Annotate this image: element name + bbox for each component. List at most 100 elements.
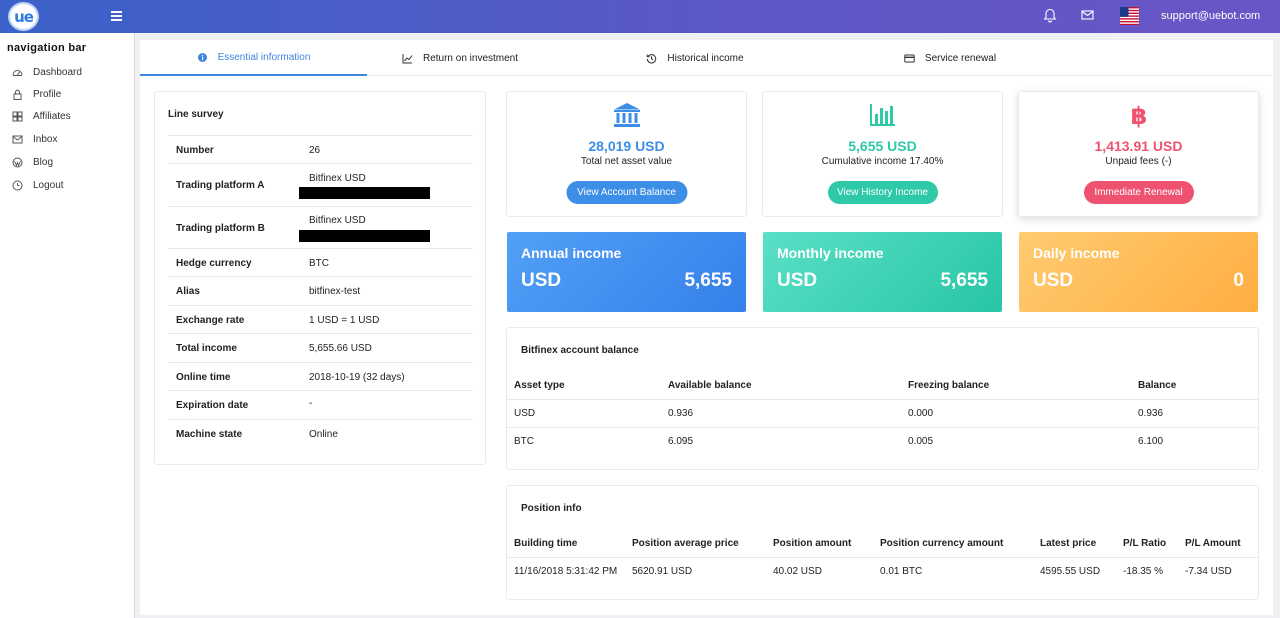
logo-text: ue	[14, 7, 34, 26]
sidebar-item-dashboard[interactable]: Dashboard	[12, 64, 82, 80]
view-history-income-button[interactable]: View History Income	[827, 181, 938, 204]
sidebar-item-blog[interactable]: Blog	[12, 154, 53, 170]
column-header: P/L Amount	[1185, 538, 1241, 549]
table-cell: BTC	[514, 436, 534, 447]
column-header: Position currency amount	[880, 538, 1004, 549]
divider	[507, 427, 1258, 428]
daily-income-value: 0	[1233, 270, 1244, 291]
net-asset-amount: 28,019 USD	[588, 138, 665, 154]
row-label: Expiration date	[176, 400, 249, 411]
wordpress-icon	[12, 157, 23, 167]
table-row: Alias bitfinex-test	[168, 276, 473, 305]
row-value: -	[309, 398, 313, 409]
row-label: Machine state	[176, 429, 243, 440]
info-icon	[197, 52, 207, 62]
column-header: Position amount	[773, 538, 852, 549]
table-cell: 11/16/2018 5:31:42 PM	[514, 566, 618, 577]
column-header: Latest price	[1040, 538, 1097, 549]
mail-icon[interactable]	[1081, 9, 1094, 21]
credit-card-icon	[904, 54, 915, 62]
sidebar-item-affiliates[interactable]: Affiliates	[12, 108, 71, 124]
tab-label: Return on investment	[422, 52, 519, 64]
row-label: Trading platform B	[176, 223, 265, 234]
sidebar-item-label: Blog	[33, 156, 54, 168]
tab-essential-information[interactable]: Essential information	[140, 40, 367, 76]
account-balance-title: Bitfinex account balance	[521, 345, 639, 356]
immediate-renewal-button[interactable]: Immediate Renewal	[1083, 181, 1194, 204]
bank-icon	[613, 103, 640, 127]
tab-historical-income[interactable]: Historical income	[615, 40, 775, 76]
tab-label: Essential information	[217, 51, 311, 63]
bell-icon[interactable]	[1043, 8, 1057, 23]
annual-income-value: 5,655	[684, 270, 732, 291]
row-label: Trading platform A	[176, 180, 265, 191]
row-value: 26	[309, 145, 321, 156]
table-cell: -7.34 USD	[1185, 566, 1232, 577]
tab-return-on-investment[interactable]: Return on investment	[380, 40, 540, 76]
app-logo[interactable]: ue	[8, 2, 39, 31]
table-row: Number 26	[168, 135, 473, 163]
tab-label: Historical income	[667, 52, 744, 64]
table-row: Trading platform B Bitfinex USD	[168, 206, 473, 248]
net-asset-label: Total net asset value	[580, 156, 673, 167]
cumulative-income-amount: 5,655 USD	[848, 138, 917, 154]
table-cell: 4595.55 USD	[1040, 566, 1101, 577]
dashboard-icon	[12, 69, 23, 76]
table-cell: 6.095	[668, 436, 694, 447]
daily-income-card: Daily income USD 0	[1019, 232, 1258, 312]
sidebar-item-inbox[interactable]: Inbox	[12, 131, 57, 147]
daily-income-currency: USD	[1033, 270, 1074, 291]
row-value: 2018-10-19 (32 days)	[309, 372, 405, 383]
table-row: Hedge currency BTC	[168, 248, 473, 276]
sidebar-item-logout[interactable]: Logout	[12, 177, 64, 193]
monthly-income-value: 5,655	[940, 270, 988, 291]
table-row: Machine state Online	[168, 419, 473, 447]
nav-title: navigation bar	[7, 42, 87, 54]
column-header: Available balance	[668, 380, 752, 391]
row-label: Online time	[176, 372, 231, 383]
net-asset-card: 28,019 USD Total net asset value View Ac…	[506, 91, 747, 217]
cumulative-income-card: 5,655 USD Cumulative income 17.40% View …	[762, 91, 1003, 217]
column-header: P/L Ratio	[1123, 538, 1167, 549]
table-row: Exchange rate 1 USD = 1 USD	[168, 305, 473, 333]
tab-service-renewal[interactable]: Service renewal	[850, 40, 1050, 76]
menu-toggle-icon[interactable]	[111, 11, 122, 21]
table-cell: 0.936	[668, 408, 694, 419]
column-header: Position average price	[632, 538, 739, 549]
bar-chart-icon	[869, 104, 895, 126]
position-info-card: Position info Building time Position ave…	[506, 485, 1259, 600]
unpaid-fees-amount: 1,413.91 USD	[1094, 138, 1183, 154]
table-cell: 0.01 BTC	[880, 566, 923, 577]
line-survey-card: Line survey Number 26 Trading platform A…	[154, 91, 486, 465]
table-cell: 0.005	[908, 436, 934, 447]
divider	[507, 399, 1258, 400]
chart-line-icon	[402, 53, 413, 63]
table-row: Online time 2018-10-19 (32 days)	[168, 362, 473, 390]
row-value: 5,655.66 USD	[309, 343, 372, 354]
us-flag-icon[interactable]	[1120, 7, 1139, 25]
row-value: 1 USD = 1 USD	[309, 315, 380, 326]
sidebar-item-label: Logout	[33, 179, 64, 191]
table-cell: USD	[514, 408, 536, 419]
sidebar-item-label: Dashboard	[33, 66, 82, 78]
divider	[507, 557, 1258, 558]
sidebar-item-profile[interactable]: Profile	[12, 86, 61, 102]
affiliates-icon	[12, 111, 23, 121]
row-label: Total income	[176, 343, 237, 354]
main-panel: Essential information Return on investme…	[140, 40, 1273, 615]
row-value: Online	[309, 429, 338, 440]
row-label: Number	[176, 145, 214, 156]
view-account-balance-button[interactable]: View Account Balance	[566, 181, 687, 204]
sidebar-item-label: Profile	[33, 88, 62, 100]
account-balance-card: Bitfinex account balance Asset type Avai…	[506, 327, 1259, 470]
row-label: Exchange rate	[176, 315, 245, 326]
column-header: Balance	[1138, 380, 1177, 391]
daily-income-title: Daily income	[1033, 245, 1120, 261]
sidebar-item-label: Affiliates	[33, 110, 71, 122]
row-label: Hedge currency	[176, 258, 252, 269]
table-row: Trading platform A Bitfinex USD	[168, 163, 473, 206]
unpaid-fees-label: Unpaid fees (-)	[1105, 156, 1172, 167]
table-cell: 5620.91 USD	[632, 566, 693, 577]
support-email[interactable]: support@uebot.com	[1161, 10, 1260, 22]
monthly-income-card: Monthly income USD 5,655	[763, 232, 1002, 312]
